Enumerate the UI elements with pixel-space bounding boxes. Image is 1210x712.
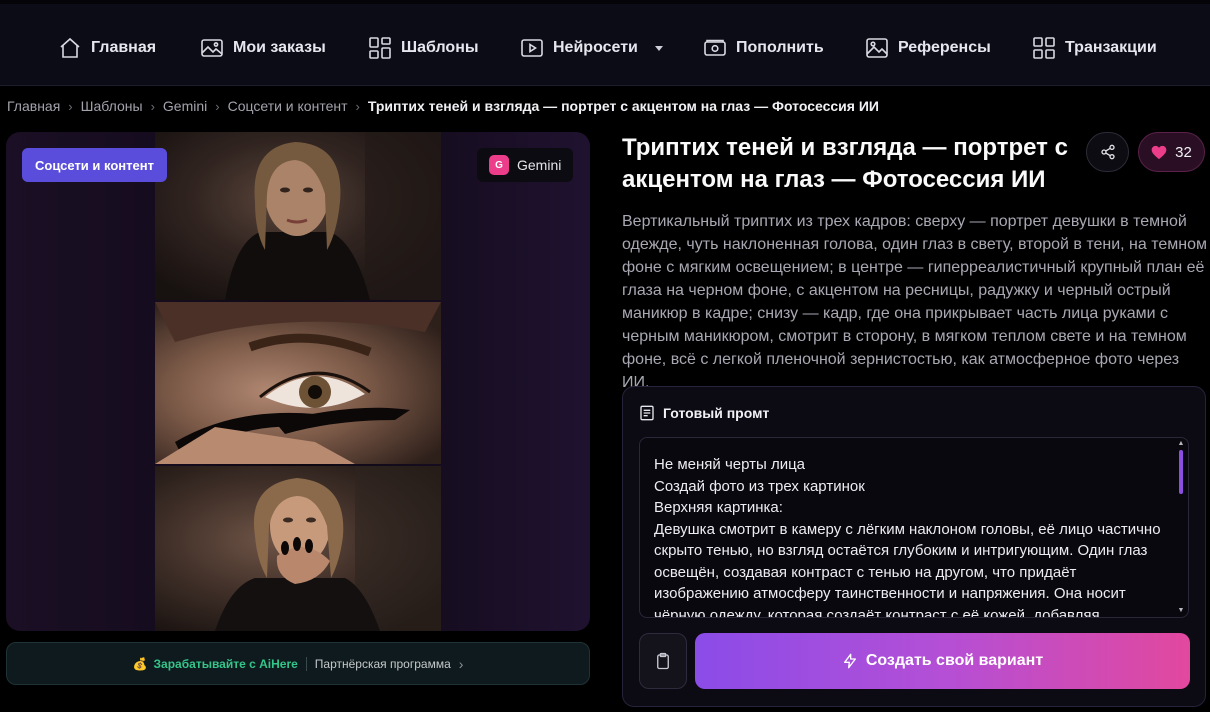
nav-label: Мои заказы (233, 39, 326, 56)
breadcrumb-current: Триптих теней и взгляда — портрет с акце… (367, 98, 879, 114)
breadcrumb-separator: › (215, 98, 220, 114)
create-variant-button[interactable]: Создать свой вариант (695, 633, 1190, 689)
play-icon (521, 39, 543, 57)
heart-icon (1151, 145, 1167, 159)
create-variant-label: Создать свой вариант (865, 652, 1044, 669)
lightning-icon (843, 653, 856, 669)
nav-label: Пополнить (736, 39, 824, 56)
triptych-image (155, 132, 441, 631)
category-chip[interactable]: Соцсети и контент (22, 148, 167, 182)
breadcrumb-home[interactable]: Главная (7, 98, 60, 114)
clipboard-icon (657, 652, 669, 670)
bottom-portrait-frame (155, 466, 441, 631)
prompt-heading: Готовый промт (663, 405, 770, 421)
grid-icon (369, 37, 391, 59)
nav-item-transactions[interactable]: Транзакции (1032, 34, 1157, 62)
eye-closeup-frame (155, 302, 441, 464)
partner-program-banner[interactable]: 💰 Зарабатывайте с AiHere Партнёрская про… (6, 642, 590, 685)
nav-item-references[interactable]: Референсы (865, 34, 991, 62)
nav-item-templates[interactable]: Шаблоны (368, 34, 479, 62)
nav-label: Шаблоны (401, 39, 479, 56)
top-portrait-frame (155, 132, 441, 300)
prompt-card: Готовый промт Не меняй черты лица Создай… (622, 386, 1206, 707)
prompt-scrollbar[interactable]: ▲ ▼ (1177, 440, 1185, 615)
wallet-icon (704, 39, 726, 56)
breadcrumb-templates[interactable]: Шаблоны (81, 98, 143, 114)
document-icon (640, 405, 654, 421)
prompt-header: Готовый промт (639, 405, 769, 421)
breadcrumb-separator: › (150, 98, 155, 114)
money-bag-icon: 💰 (132, 656, 148, 671)
divider (305, 656, 307, 671)
breadcrumb: Главная › Шаблоны › Gemini › Соцсети и к… (7, 97, 879, 115)
top-navigation: Главная Мои заказы Шаблоны Нейросети Поп… (0, 0, 1210, 86)
nav-item-neural-networks[interactable]: Нейросети (520, 34, 663, 62)
image-icon (201, 39, 223, 57)
nav-item-orders[interactable]: Мои заказы (200, 34, 326, 62)
home-icon (60, 37, 80, 58)
partner-earn-label: Зарабатывайте с AiHere (153, 656, 298, 671)
page-title: Триптих теней и взгляда — портрет с акце… (622, 134, 1068, 193)
like-count: 32 (1175, 143, 1192, 161)
nav-item-home[interactable]: Главная (58, 34, 156, 62)
nav-label: Транзакции (1065, 39, 1157, 56)
scrollbar-thumb[interactable] (1179, 450, 1183, 494)
like-button[interactable]: 32 (1138, 132, 1205, 172)
prompt-text: Не меняй черты лица Создай фото из трех … (654, 456, 1161, 618)
breadcrumb-separator: › (355, 98, 360, 114)
scroll-down-icon[interactable]: ▼ (1177, 607, 1185, 615)
nav-item-top-up[interactable]: Пополнить (703, 34, 824, 62)
template-preview[interactable]: Соцсети и контент G Gemini (6, 132, 590, 631)
partner-program-label: Партнёрская программа (314, 656, 451, 671)
nav-label: Нейросети (553, 39, 638, 56)
breadcrumb-gemini[interactable]: Gemini (163, 98, 207, 114)
nav-label: Референсы (898, 39, 991, 56)
share-icon (1100, 144, 1115, 160)
breadcrumb-separator: › (68, 98, 73, 114)
picture-icon (866, 38, 888, 58)
share-button[interactable] (1086, 132, 1129, 172)
model-badge-label: Gemini (517, 157, 562, 173)
nav-label: Главная (91, 39, 157, 56)
breadcrumb-category[interactable]: Соцсети и контент (228, 98, 348, 114)
template-description: Вертикальный триптих из трех кадров: све… (622, 213, 1208, 391)
chevron-down-icon[interactable] (654, 45, 663, 51)
gemini-logo-icon: G (489, 155, 509, 175)
prompt-textarea[interactable]: Не меняй черты лица Создай фото из трех … (639, 437, 1189, 618)
copy-prompt-button[interactable] (639, 633, 687, 689)
chevron-right-icon: › (458, 655, 464, 672)
grid-icon (1033, 37, 1055, 59)
scroll-up-icon[interactable]: ▲ (1177, 440, 1185, 448)
model-badge: G Gemini (477, 148, 574, 182)
